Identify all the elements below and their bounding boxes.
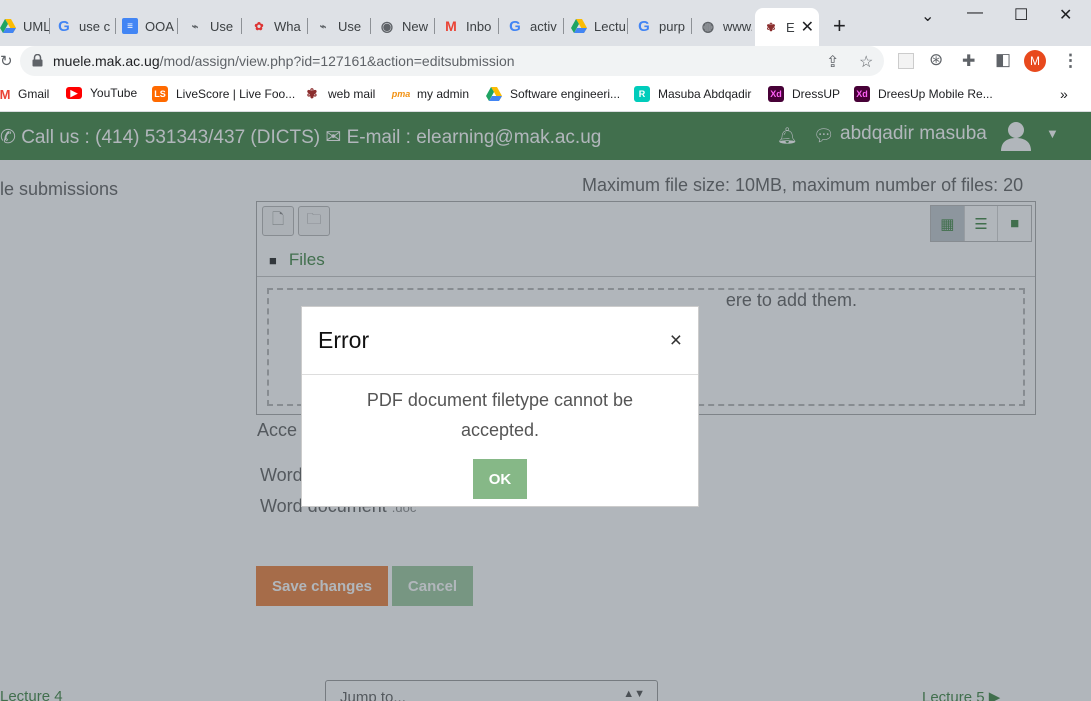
bookmark-livescore[interactable]: LS LiveScore | Live Foo... xyxy=(152,86,295,102)
bookmark-youtube[interactable]: ▶ YouTube xyxy=(66,86,137,100)
tab-label: Lectu xyxy=(594,18,626,34)
extension-film-icon[interactable]: ⊛ xyxy=(929,50,943,70)
tab-label: E xyxy=(786,19,795,35)
url-host: muele.mak.ac.ug xyxy=(53,53,160,69)
bookmark-label: DressUP xyxy=(792,87,841,101)
link-icon: ⌁ xyxy=(191,20,199,33)
new-tab-icon[interactable]: + xyxy=(833,15,846,37)
error-dialog: Error × PDF document filetype cannot be … xyxy=(301,306,699,507)
tab-search-icon[interactable]: ⌄ xyxy=(921,6,934,26)
youtube-icon: ▶ xyxy=(66,87,82,99)
browser-tab[interactable]: UML xyxy=(0,12,50,40)
google-icon: G xyxy=(58,17,70,35)
dialog-title: Error xyxy=(318,327,370,353)
bookmark-label: DreesUp Mobile Re... xyxy=(878,87,993,101)
browser-tab[interactable]: ◉ New xyxy=(379,12,435,40)
tab-label: Wha xyxy=(274,18,301,34)
gmail-icon: M xyxy=(0,86,11,102)
browser-tab[interactable]: ◍ www. xyxy=(700,12,752,40)
bird-icon: ✿ xyxy=(254,20,264,33)
tab-label: Inbo xyxy=(466,18,492,34)
browser-tab[interactable]: G purp xyxy=(636,12,692,40)
google-icon: G xyxy=(638,17,650,35)
bookmark-software-eng[interactable]: Software engineeri... xyxy=(486,86,620,102)
bookmark-gmail[interactable]: M Gmail xyxy=(0,86,49,102)
bookmark-researchgate[interactable]: R Masuba Abdqadir xyxy=(634,86,751,102)
tab-label: Use xyxy=(210,18,234,34)
bookmark-label: LiveScore | Live Foo... xyxy=(176,87,296,101)
bookmark-dressup[interactable]: Xd DressUP xyxy=(768,86,840,102)
ok-button[interactable]: OK xyxy=(473,459,527,499)
chrome-icon: ◉ xyxy=(380,17,394,34)
bookmark-webmail[interactable]: ✾ web mail xyxy=(304,86,376,102)
bookmark-myadmin[interactable]: pma my admin xyxy=(391,86,470,102)
link-icon: ⌁ xyxy=(319,20,327,33)
bookmarks-bar: M Gmail ▶ YouTube LS LiveScore | Live Fo… xyxy=(0,80,1091,112)
browser-tab[interactable]: Lectu xyxy=(571,12,628,40)
url-path: /mod/assign/view.php?id=127161&action=ed… xyxy=(159,53,515,69)
dialog-header: Error × xyxy=(302,307,698,375)
extensions-puzzle-icon[interactable]: ✚ xyxy=(962,51,975,71)
tab-label: Use xyxy=(338,18,362,34)
minimize-icon[interactable]: — xyxy=(967,4,983,22)
bookmark-label: Software engineeri... xyxy=(510,87,621,101)
bookmark-dreesup-mobile[interactable]: Xd DreesUp Mobile Re... xyxy=(854,86,993,102)
browser-tab[interactable]: ≡ OOA xyxy=(122,12,178,40)
tab-label: activ xyxy=(530,18,557,34)
bookmark-label: Masuba Abdqadir xyxy=(658,87,752,101)
google-drive-icon xyxy=(571,18,587,34)
bookmark-label: my admin xyxy=(417,87,470,101)
makerere-icon: ✾ xyxy=(306,86,318,101)
bookmark-label: web mail xyxy=(328,87,376,101)
google-docs-icon: ≡ xyxy=(122,18,138,34)
lock-icon xyxy=(32,54,43,67)
tab-label: use c xyxy=(79,18,111,34)
bookmarks-overflow-icon[interactable]: » xyxy=(1060,86,1068,102)
researchgate-icon: R xyxy=(634,86,650,102)
profile-avatar[interactable]: M xyxy=(1024,50,1046,72)
dialog-message: PDF document filetype cannot be accepted… xyxy=(366,390,634,440)
page-viewport: ✆ Call us : (414) 531343/437 (DICTS) ✉ E… xyxy=(0,112,1091,701)
gmail-icon: M xyxy=(445,18,457,34)
browser-tab[interactable]: M Inbo xyxy=(443,12,499,40)
tab-strip: UML G use c ≡ OOA ⌁ Use ✿ Wha ⌁ Use ◉ Ne… xyxy=(0,0,1091,46)
bookmark-label: Gmail xyxy=(18,87,50,101)
google-drive-icon xyxy=(486,86,502,102)
browser-toolbar: ↻ muele.mak.ac.ug/mod/assign/view.php?id… xyxy=(0,46,1091,78)
browser-tab[interactable]: G use c xyxy=(56,12,116,40)
url-text: muele.mak.ac.ug/mod/assign/view.php?id=1… xyxy=(53,53,515,69)
address-bar[interactable]: muele.mak.ac.ug/mod/assign/view.php?id=1… xyxy=(20,46,884,76)
reload-icon[interactable]: ↻ xyxy=(0,52,13,70)
bookmark-label: YouTube xyxy=(90,86,138,100)
bookmark-star-icon[interactable]: ☆ xyxy=(859,52,873,72)
google-icon: G xyxy=(509,17,521,35)
pma-icon: pma xyxy=(391,89,411,99)
browser-tab[interactable]: ⌁ Use xyxy=(315,12,371,40)
google-drive-icon xyxy=(0,18,16,34)
browser-tab[interactable]: G activ xyxy=(507,12,564,40)
globe-icon: ◍ xyxy=(701,17,715,34)
browser-tab[interactable]: ⌁ Use xyxy=(187,12,242,40)
tab-label: purp xyxy=(659,18,686,34)
adobe-xd-icon: Xd xyxy=(768,86,784,102)
tab-label: www. xyxy=(723,18,752,34)
tab-label: New xyxy=(402,18,429,34)
kebab-menu-icon[interactable]: ⋮ xyxy=(1062,51,1079,71)
close-tab-icon[interactable]: ✕ xyxy=(801,17,814,37)
livescore-icon: LS xyxy=(152,86,168,102)
window-close-icon[interactable]: ✕ xyxy=(1059,5,1072,25)
tab-label: UML xyxy=(23,18,50,34)
share-icon[interactable]: ⇪ xyxy=(826,52,839,72)
adobe-xd-icon: Xd xyxy=(854,86,870,102)
tab-label: OOA xyxy=(145,18,174,34)
side-panel-icon[interactable]: ◧ xyxy=(995,50,1011,70)
browser-tab[interactable]: ✿ Wha xyxy=(251,12,308,40)
makerere-icon: ✾ xyxy=(766,21,776,34)
extension-icon[interactable] xyxy=(898,53,914,69)
browser-tab-active[interactable]: ✾ E ✕ xyxy=(755,8,819,46)
maximize-icon[interactable]: ☐ xyxy=(1014,5,1028,25)
close-icon[interactable]: × xyxy=(670,329,682,353)
